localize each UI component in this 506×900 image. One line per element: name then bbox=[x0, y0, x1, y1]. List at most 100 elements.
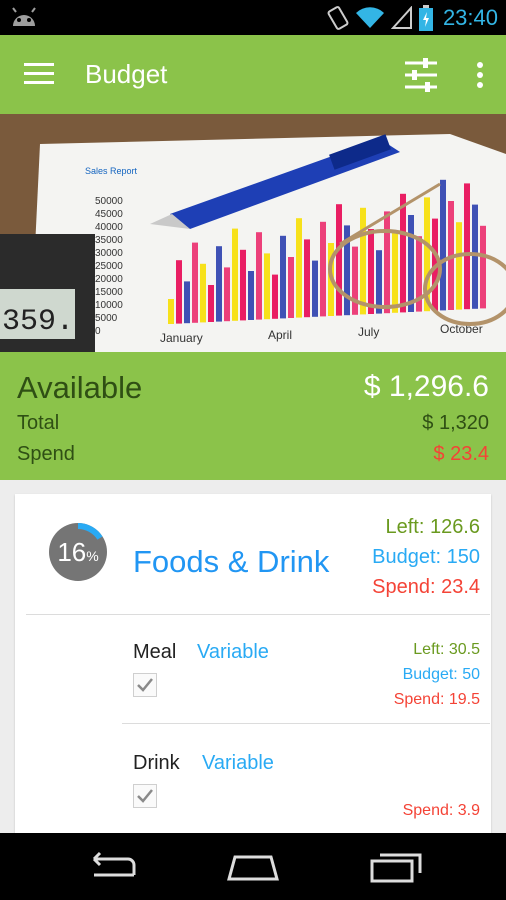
y-tick-label: 40000 bbox=[95, 222, 123, 233]
spend-value: $ 23.4 bbox=[433, 443, 489, 465]
y-tick-label: 15000 bbox=[95, 287, 123, 298]
illustration-bar bbox=[456, 222, 462, 310]
y-tick-label: 10000 bbox=[95, 300, 123, 311]
illustration-bar bbox=[480, 225, 486, 309]
category-name[interactable]: Foods & Drink bbox=[133, 544, 329, 580]
android-icon bbox=[12, 7, 36, 26]
illustration-bar bbox=[272, 274, 278, 319]
illustration-bar bbox=[312, 260, 318, 317]
total-value: $ 1,320 bbox=[422, 412, 489, 434]
y-tick-label: 0 bbox=[95, 326, 101, 337]
illustration-bar bbox=[216, 246, 222, 322]
y-tick-label: 35000 bbox=[95, 235, 123, 246]
wifi-icon bbox=[355, 6, 384, 28]
illustration-bar bbox=[472, 204, 478, 309]
meal-checkbox[interactable] bbox=[133, 673, 157, 697]
illustration-bar bbox=[224, 267, 230, 322]
y-tick-label: 30000 bbox=[95, 248, 123, 259]
check-icon bbox=[137, 789, 153, 803]
y-tick-label: 5000 bbox=[95, 313, 118, 324]
illustration-bar bbox=[184, 281, 190, 324]
item-left-meal: Left: 30.5 bbox=[413, 641, 480, 658]
illustration-bar bbox=[208, 285, 214, 322]
item-spend-drink: Spend: 3.9 bbox=[402, 802, 480, 819]
recents-icon[interactable] bbox=[366, 847, 426, 887]
calculator-display: 359. bbox=[2, 305, 74, 339]
illustration-bar bbox=[304, 239, 310, 318]
header-image: Sales Report 50000 45000 40000 35000 30000 25… bbox=[0, 114, 506, 352]
category-card[interactable]: 16 % Foods & Drink Left: 126.6 Budget: 1… bbox=[15, 494, 491, 839]
status-time: 23:40 bbox=[442, 4, 498, 30]
illustration-bar bbox=[368, 229, 374, 314]
illustration-bar bbox=[408, 215, 414, 312]
check-icon bbox=[137, 678, 153, 692]
illustration-bar bbox=[280, 235, 286, 319]
rotate-icon bbox=[327, 5, 349, 30]
y-tick-label: 50000 bbox=[95, 196, 123, 207]
status-bar: 23:40 bbox=[0, 0, 506, 35]
y-tick-label: 45000 bbox=[95, 209, 123, 220]
filter-sliders-icon[interactable] bbox=[403, 57, 439, 93]
percent-sign: % bbox=[86, 548, 99, 564]
report-title: Sales Report bbox=[85, 166, 138, 176]
app-bar: Budget bbox=[0, 35, 506, 114]
divider bbox=[26, 614, 490, 615]
item-type-meal[interactable]: Variable bbox=[197, 641, 269, 664]
illustration-bar bbox=[464, 183, 470, 310]
item-type-drink[interactable]: Variable bbox=[202, 752, 274, 775]
illustration-bar bbox=[264, 253, 270, 320]
category-left: Left: 126.6 bbox=[385, 516, 480, 538]
menu-icon bbox=[24, 63, 54, 66]
divider bbox=[122, 723, 490, 724]
item-name-drink: Drink bbox=[133, 752, 180, 774]
x-axis-label: April bbox=[268, 328, 292, 342]
illustration-bar bbox=[256, 232, 262, 320]
x-axis-label: January bbox=[160, 331, 203, 345]
illustration-bar bbox=[376, 250, 382, 314]
percent-label: 16 % bbox=[48, 522, 108, 582]
illustration-bar bbox=[320, 221, 326, 317]
illustration-bar bbox=[392, 232, 398, 313]
illustration-bar bbox=[176, 260, 182, 324]
navigation-bar bbox=[0, 833, 506, 900]
total-label: Total bbox=[17, 412, 60, 434]
illustration-bar bbox=[400, 193, 406, 313]
item-budget-meal: Budget: 50 bbox=[402, 666, 480, 683]
spend-label: Spend bbox=[17, 443, 75, 465]
percent-value: 16 bbox=[57, 536, 87, 567]
illustration-bar bbox=[192, 242, 198, 323]
illustration-bar bbox=[384, 211, 390, 314]
more-vert-icon[interactable] bbox=[470, 57, 490, 93]
category-spend: Spend: 23.4 bbox=[372, 576, 480, 598]
category-budget: Budget: 150 bbox=[372, 546, 480, 568]
budget-summary: Available $ 1,296.6 Total $ 1,320 Spend … bbox=[0, 352, 506, 480]
item-spend-meal: Spend: 19.5 bbox=[393, 691, 480, 708]
menu-icon-line bbox=[24, 81, 54, 84]
sales-report-illustration: Sales Report 500004500040000350003000025… bbox=[0, 114, 506, 352]
y-tick-label: 20000 bbox=[95, 274, 123, 285]
drink-checkbox[interactable] bbox=[133, 784, 157, 808]
illustration-bar bbox=[336, 204, 342, 316]
illustration-bar bbox=[288, 257, 294, 318]
menu-icon-line bbox=[24, 72, 54, 75]
item-name-meal: Meal bbox=[133, 641, 177, 663]
illustration-bar bbox=[240, 249, 246, 321]
x-axis-label: July bbox=[358, 325, 379, 339]
app-title: Budget bbox=[85, 59, 168, 89]
illustration-bar bbox=[200, 263, 206, 323]
available-label: Available bbox=[17, 370, 143, 405]
back-icon[interactable] bbox=[82, 847, 142, 887]
illustration-bar bbox=[168, 299, 174, 324]
illustration-bar bbox=[352, 246, 358, 315]
y-tick-label: 25000 bbox=[95, 261, 123, 272]
menu-button[interactable] bbox=[24, 63, 54, 85]
illustration-bar bbox=[296, 218, 302, 318]
illustration-bar bbox=[248, 271, 254, 320]
illustration-bar bbox=[232, 228, 238, 321]
battery-charging-icon bbox=[418, 4, 433, 31]
illustration-bar bbox=[440, 179, 446, 311]
illustration-bar bbox=[360, 207, 366, 315]
available-value: $ 1,296.6 bbox=[363, 370, 489, 403]
signal-icon bbox=[390, 5, 412, 29]
home-icon[interactable] bbox=[223, 847, 283, 887]
